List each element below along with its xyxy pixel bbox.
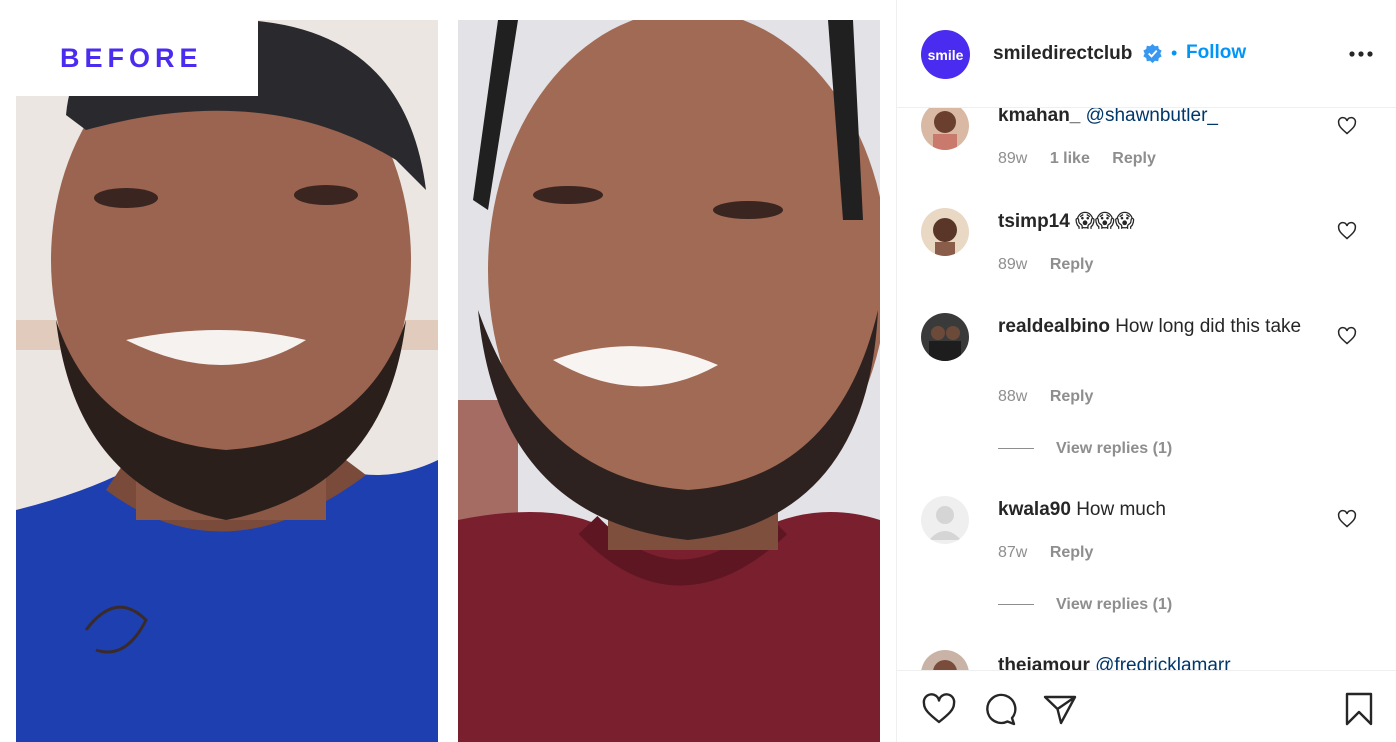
comment-time: 87w [998,544,1028,561]
comment-username[interactable]: tsimp14 [998,211,1070,232]
bookmark-icon[interactable] [1341,691,1377,727]
heart-icon[interactable] [921,691,957,727]
like-comment-heart-icon[interactable] [1337,116,1357,136]
comment-text: 😱😱😱 [1075,211,1135,232]
post-side-panel: smile smiledirectclub • Follow kmahan_ @… [896,0,1396,742]
post-actions-bar [897,670,1396,742]
comment-username[interactable]: kmahan_ [998,108,1080,126]
follow-button[interactable]: Follow [1186,42,1246,64]
after-photo [458,20,880,742]
view-replies-button[interactable]: View replies (1) [998,596,1172,614]
like-comment-heart-icon[interactable] [1337,509,1357,529]
comment-username[interactable]: theiamour [998,655,1090,670]
separator-dot: • [1171,43,1178,63]
view-replies-button[interactable]: View replies (1) [998,440,1172,458]
replies-divider [998,448,1034,450]
view-replies-label[interactable]: View replies (1) [1056,440,1172,457]
verified-badge-icon [1143,44,1162,63]
view-replies-label[interactable]: View replies (1) [1056,596,1172,613]
before-label: BEFORE [16,20,258,96]
username-link[interactable]: smiledirectclub [993,43,1132,65]
avatar[interactable] [921,650,969,670]
reply-button[interactable]: Reply [1050,388,1094,405]
comment-time: 89w [998,256,1028,273]
comment-text[interactable]: @fredricklamarr [1095,655,1230,670]
comment-text: How much [1076,499,1166,520]
avatar[interactable] [921,313,969,361]
like-comment-heart-icon[interactable] [1337,326,1357,346]
avatar[interactable]: smile [921,30,970,79]
share-icon[interactable] [1042,691,1078,727]
comment-text: How long did this take [1115,316,1302,337]
post-media: BEFORE [0,0,896,742]
replies-divider [998,604,1034,606]
comment-time: 89w [998,150,1028,167]
avatar[interactable] [921,208,969,256]
comment-username[interactable]: kwala90 [998,499,1071,520]
avatar[interactable] [921,496,969,544]
post-header: smile smiledirectclub • Follow [897,0,1396,108]
reply-button[interactable]: Reply [1050,544,1094,561]
comment-icon[interactable] [982,691,1018,727]
comment-time: 88w [998,388,1028,405]
like-comment-heart-icon[interactable] [1337,221,1357,241]
before-photo [16,20,438,742]
reply-button[interactable]: Reply [1112,150,1156,167]
more-options-icon[interactable] [1347,44,1375,64]
reply-button[interactable]: Reply [1050,256,1094,273]
comment-text[interactable]: @shawnbutler_ [1086,108,1218,126]
comments-list[interactable]: kmahan_ @shawnbutler_ 89w 1 like Reply t… [897,108,1396,670]
avatar[interactable] [921,108,969,150]
comment-username[interactable]: realdealbino [998,316,1110,337]
comment-likes[interactable]: 1 like [1050,150,1090,167]
